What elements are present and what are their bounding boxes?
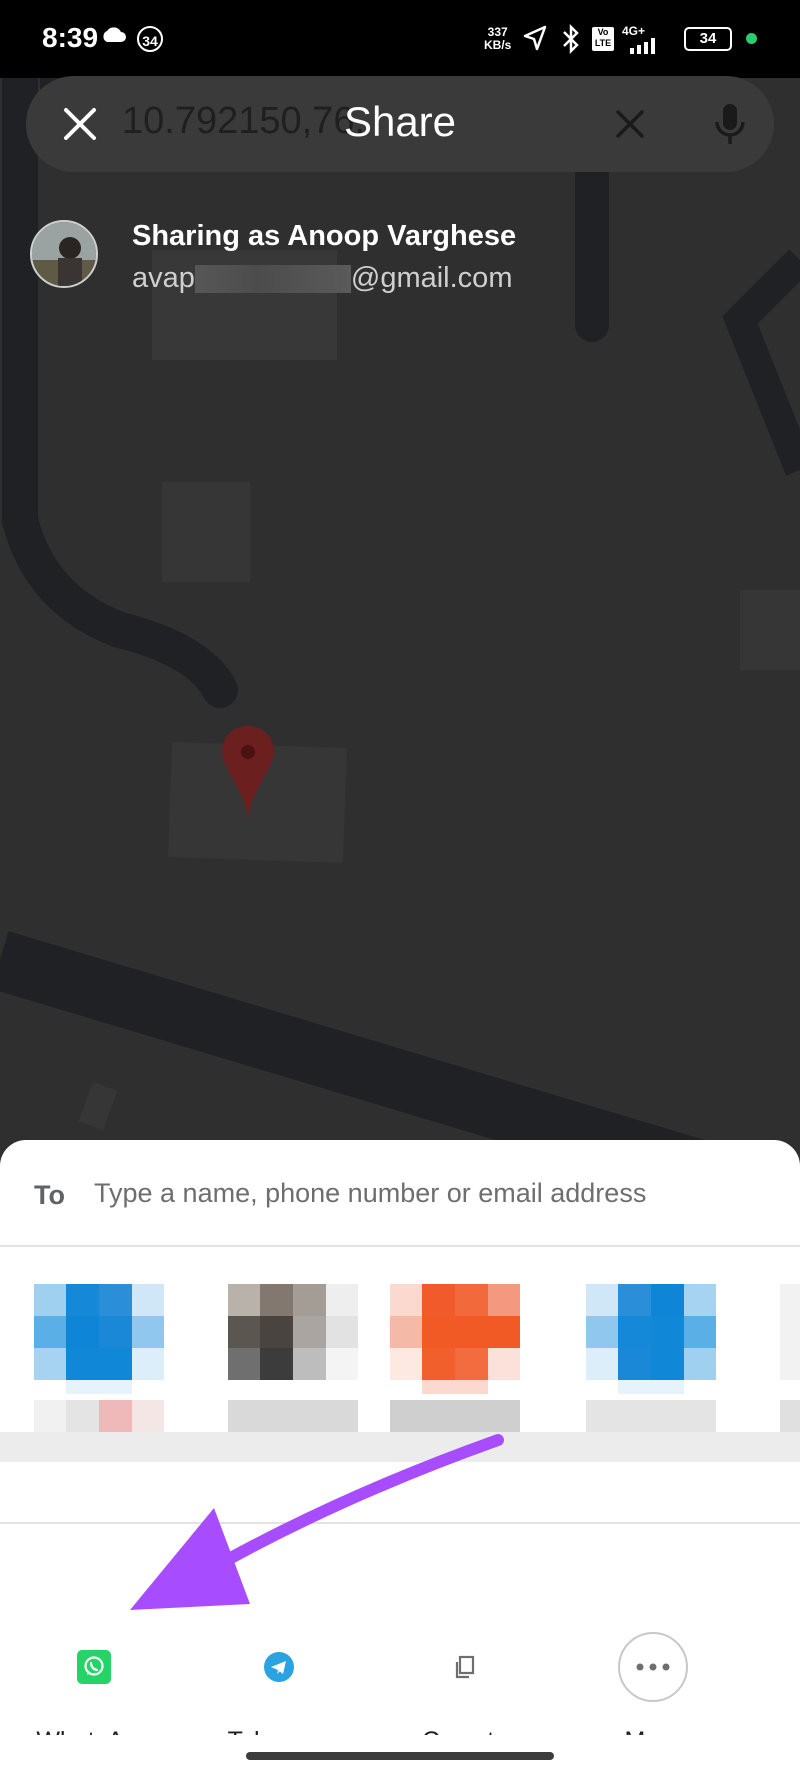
share-title: Share	[343, 98, 457, 145]
screen: 8:39 34 337 KB/s Vo LTE 4G+ 34 10.792150…	[0, 0, 800, 1775]
home-gesture-handle[interactable]	[246, 1752, 554, 1760]
account-email: avap @gmail.com	[132, 262, 512, 295]
sharing-as-label: Sharing as Anoop Varghese	[132, 220, 517, 252]
clear-search-icon[interactable]	[610, 104, 650, 144]
navigation-bar	[0, 1735, 800, 1775]
share-sheet: To Type a name, phone number or email ad…	[0, 1140, 800, 1775]
to-label: To	[34, 1180, 65, 1210]
sheet-divider	[0, 1245, 800, 1247]
avatar	[30, 220, 98, 288]
email-redacted-block	[194, 265, 351, 294]
network-speed: 337 KB/s	[484, 26, 511, 52]
cloud-icon	[103, 27, 126, 42]
more-icon	[618, 1632, 688, 1702]
recipient-input[interactable]	[92, 1172, 776, 1214]
status-bar: 8:39 34 337 KB/s Vo LTE 4G+ 34	[0, 0, 800, 78]
email-suffix: @gmail.com	[350, 262, 513, 294]
signal-strength-icon	[630, 38, 655, 54]
battery-indicator: 34	[684, 27, 732, 51]
recipient-row: To	[0, 1140, 800, 1245]
network-speed-unit: KB/s	[484, 38, 512, 52]
whatsapp-icon	[77, 1650, 111, 1684]
microphone-icon[interactable]	[710, 100, 750, 148]
volte-badge: Vo LTE	[592, 27, 614, 51]
suggested-contacts	[0, 1248, 800, 1486]
location-arrow-icon	[523, 25, 547, 51]
email-prefix: avap	[132, 262, 195, 294]
close-icon[interactable]	[58, 102, 102, 146]
telegram-icon	[264, 1652, 294, 1682]
copy-icon	[455, 1655, 475, 1679]
sheet-divider	[0, 1522, 800, 1524]
share-header: 10.792150,76. Share	[26, 76, 774, 172]
more-dots-icon	[636, 1663, 670, 1671]
bluetooth-icon	[563, 24, 579, 54]
status-time: 8:39	[42, 22, 99, 53]
privacy-indicator-dot	[746, 33, 757, 44]
notification-count-badge: 34	[137, 26, 163, 52]
contact-names-redacted	[0, 1432, 800, 1462]
avatar-photo	[32, 222, 96, 286]
